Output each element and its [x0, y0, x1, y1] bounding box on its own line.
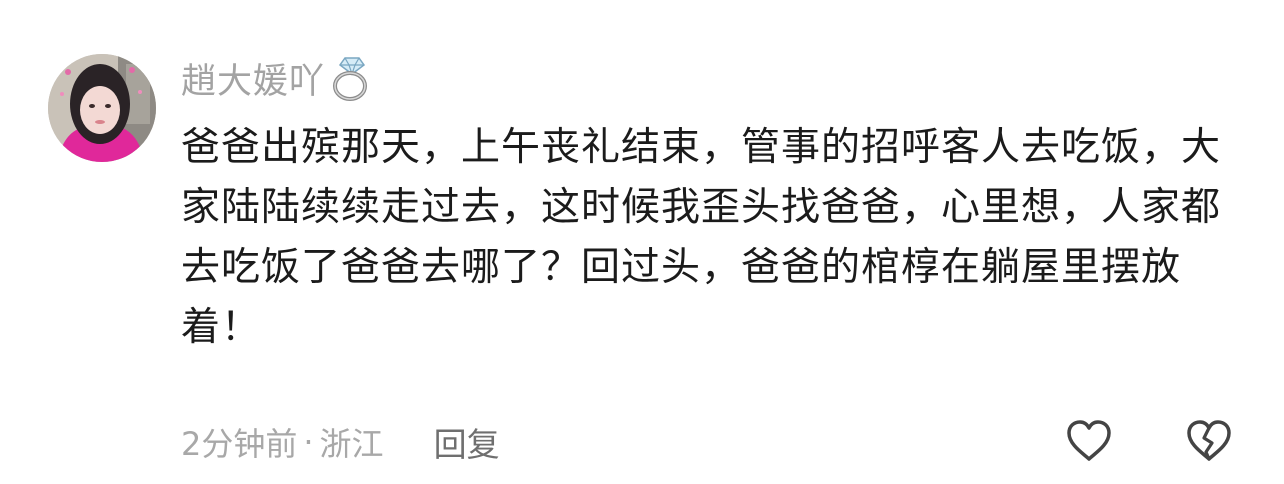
comment-text: 爸爸出殡那天，上午丧礼结束，管事的招呼客人去吃饭，大家陆陆续续走过去，这时候我歪…: [181, 125, 1222, 350]
comment-time: 2分钟前: [181, 425, 298, 463]
username[interactable]: 趙大媛吖: [181, 53, 325, 104]
broken-heart-outline-icon: [1187, 420, 1231, 461]
avatar[interactable]: [48, 54, 156, 162]
heart-outline-icon: [1067, 420, 1111, 461]
comment-item: 趙大媛吖 爸爸出殡那天，上午丧礼结束，管事的招呼客人去吃饭，大家陆陆续续走过去，…: [0, 0, 1284, 484]
avatar-image: [48, 54, 156, 162]
ring-icon: [329, 54, 375, 102]
comment-region: 浙江: [319, 425, 384, 463]
dislike-button[interactable]: [1184, 416, 1234, 466]
comment-meta: 2分钟前 · 浙江 回复: [181, 414, 500, 470]
meta-separator: ·: [303, 423, 314, 461]
username-row: 趙大媛吖: [181, 54, 375, 102]
like-button[interactable]: [1064, 416, 1114, 466]
reply-button[interactable]: 回复: [434, 418, 500, 466]
